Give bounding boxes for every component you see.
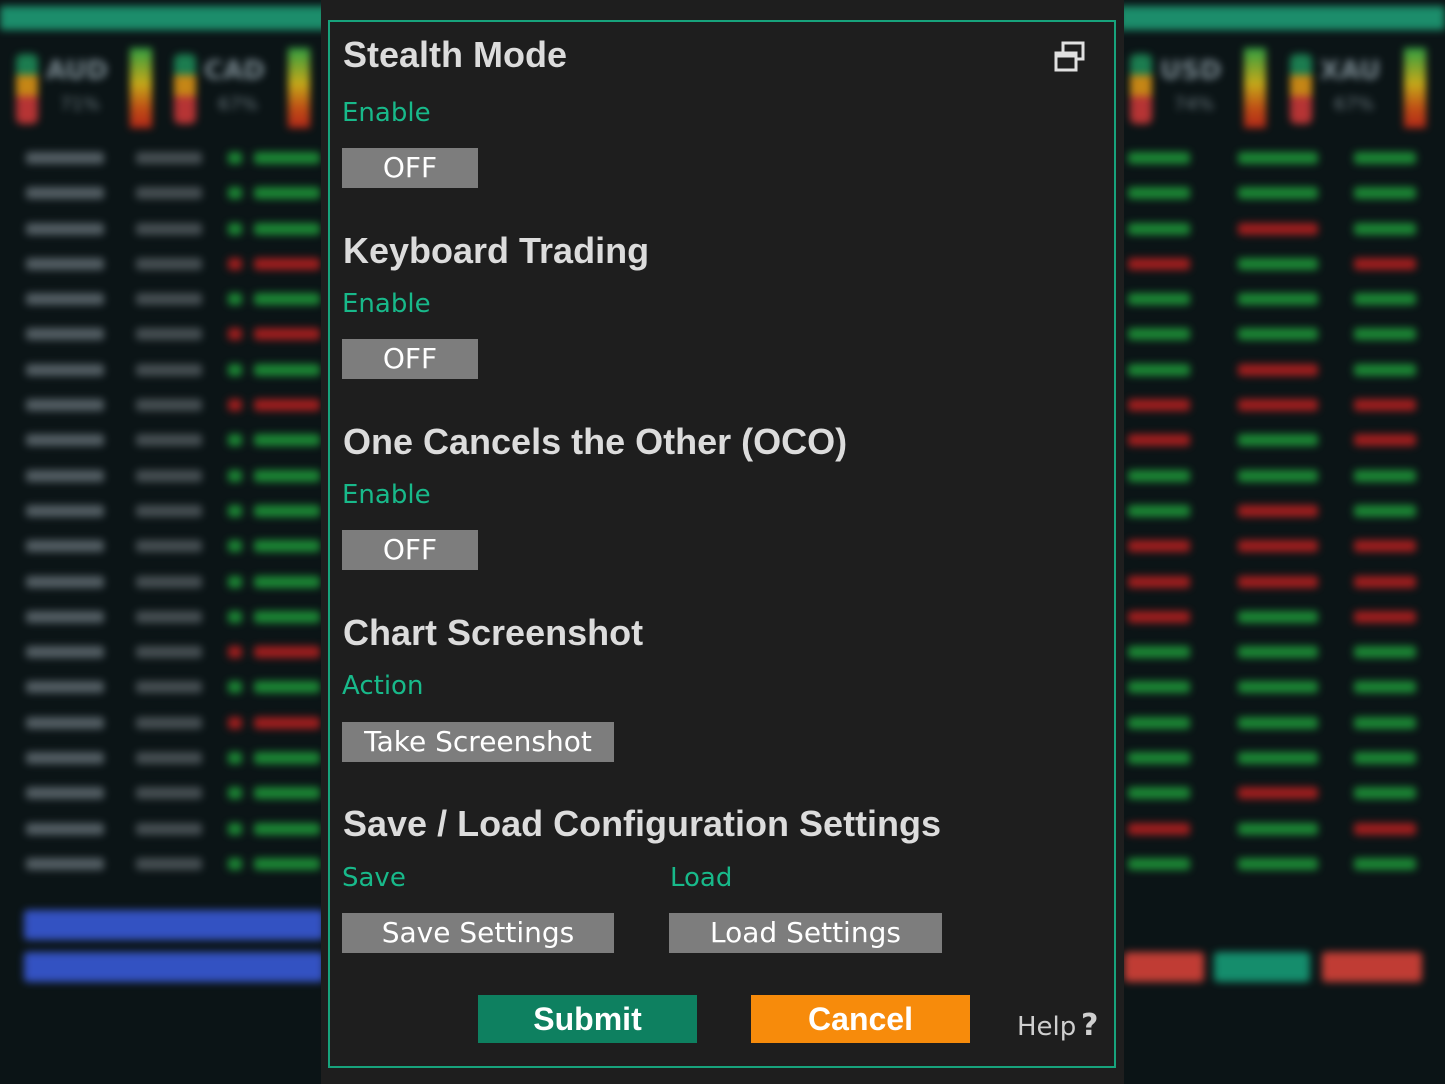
background-row [0,316,330,351]
background-row [0,528,330,563]
currency-strength-xau: XAU 67% [1282,48,1432,128]
background-row [1118,493,1445,528]
background-blue-button [24,910,324,940]
background-row [1118,811,1445,846]
background-row [0,175,330,210]
background-row [1118,669,1445,704]
currency-code: AUD [46,56,109,86]
background-row [1118,175,1445,210]
background-row [0,352,330,387]
keyboard-enable-label: Enable [342,289,431,319]
background-watchlist [0,140,330,881]
background-row [0,811,330,846]
stealth-mode-title: Stealth Mode [343,34,568,75]
currency-strength-aud: AUD 71% [8,48,158,128]
background-row [1118,564,1445,599]
help-question-icon[interactable]: ? [1081,1008,1098,1043]
background-row [0,634,330,669]
background-row [0,246,330,281]
background-row [0,422,330,457]
help-link[interactable]: Help [1017,1012,1076,1042]
config-settings-title: Save / Load Configuration Settings [343,803,942,844]
oco-enable-label: Enable [342,480,431,510]
currency-code: CAD [204,56,265,86]
currency-percent: 71% [60,94,101,115]
background-row [0,705,330,740]
background-row [0,564,330,599]
background-row [0,140,330,175]
stealth-enable-label: Enable [342,98,431,128]
background-row [0,740,330,775]
background-row [0,493,330,528]
background-green-button [1214,952,1310,982]
background-row [0,669,330,704]
background-row [0,211,330,246]
currency-percent: 74% [1174,94,1215,115]
background-red-button [1322,952,1422,982]
currency-code: USD [1160,56,1222,86]
background-row [1118,705,1445,740]
oco-title: One Cancels the Other (OCO) [343,421,848,462]
cancel-button[interactable]: Cancel [751,995,970,1043]
save-label: Save [342,863,406,893]
currency-code: XAU [1320,56,1381,86]
currency-strength-cad: CAD 67% [166,48,316,128]
background-row [1118,422,1445,457]
submit-button[interactable]: Submit [478,995,697,1043]
currency-percent: 67% [218,94,259,115]
background-blue-button [24,952,324,982]
background-red-button [1124,952,1204,982]
screenshot-action-label: Action [342,671,424,701]
background-toolbar [1118,6,1445,30]
background-positions [1118,140,1445,881]
save-settings-button[interactable]: Save Settings [342,913,614,953]
load-settings-button[interactable]: Load Settings [669,913,942,953]
background-row [1118,528,1445,563]
background-row [1118,246,1445,281]
background-row [0,458,330,493]
background-row [1118,458,1445,493]
settings-dialog: Stealth Mode Enable OFF Keyboard Trading… [321,0,1124,1084]
background-row [1118,846,1445,881]
background-row [0,599,330,634]
chart-screenshot-title: Chart Screenshot [343,612,644,653]
background-row [1118,140,1445,175]
restore-window-icon[interactable] [1053,40,1087,74]
background-row [1118,281,1445,316]
oco-toggle[interactable]: OFF [342,530,478,570]
currency-percent: 67% [1334,94,1375,115]
background-row [1118,316,1445,351]
background-terminal-right: USD 74% XAU 67% [1118,0,1445,1084]
keyboard-trading-title: Keyboard Trading [343,230,650,271]
stealth-mode-toggle[interactable]: OFF [342,148,478,188]
background-row [1118,634,1445,669]
keyboard-trading-toggle[interactable]: OFF [342,339,478,379]
background-row [1118,387,1445,422]
background-row [1118,599,1445,634]
background-terminal-left: AUD 71% CAD 67% [0,0,330,1084]
background-row [0,846,330,881]
background-row [0,775,330,810]
take-screenshot-button[interactable]: Take Screenshot [342,722,614,762]
background-toolbar [0,6,330,30]
background-row [0,281,330,316]
background-row [1118,211,1445,246]
background-row [1118,775,1445,810]
background-row [0,387,330,422]
background-row [1118,740,1445,775]
currency-strength-usd: USD 74% [1122,48,1272,128]
background-row [1118,352,1445,387]
load-label: Load [670,863,733,893]
